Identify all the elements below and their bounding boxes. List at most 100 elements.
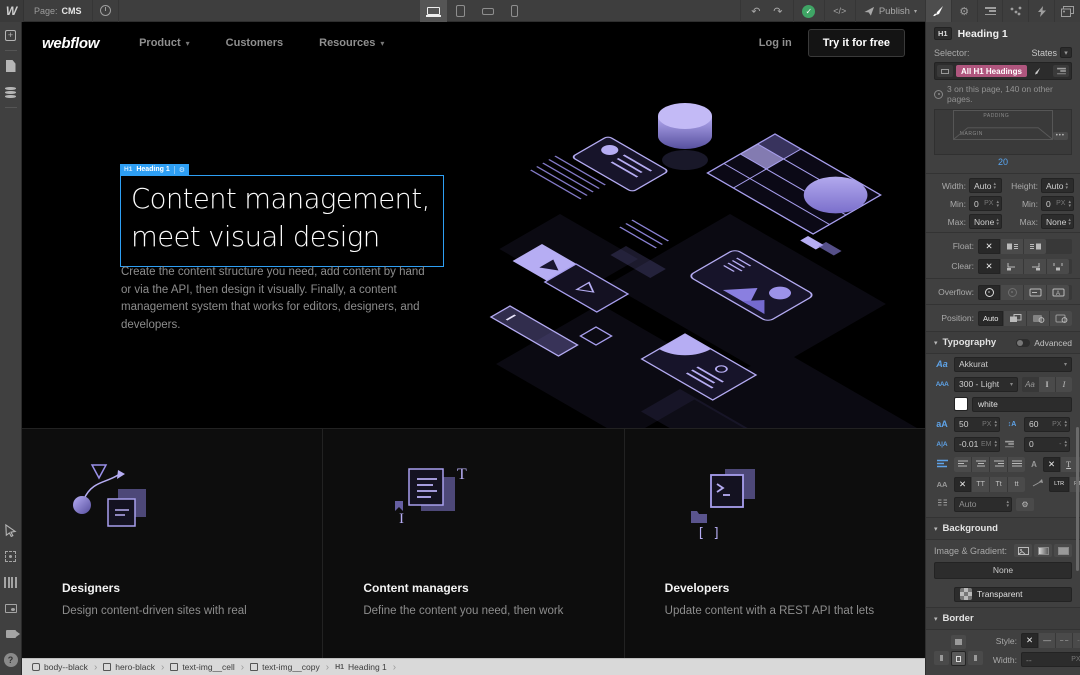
guides-icon[interactable] [0,569,22,595]
caps-uppercase-button[interactable]: TT [972,476,990,492]
device-mobile-portrait-icon[interactable] [501,0,528,22]
direction-ltr-button[interactable]: LTR [1049,476,1070,492]
clear-both-button[interactable] [1047,258,1069,274]
crumb-copy[interactable]: text-img__copy [246,662,324,672]
bg-color-value[interactable]: Transparent [954,586,1072,602]
tab-interactions-icon[interactable] [1002,0,1028,22]
crumb-hero[interactable]: hero-black [99,662,159,672]
undo-icon[interactable]: ↶ [745,0,767,22]
login-link[interactable]: Log in [759,37,792,49]
gear-icon[interactable]: ⚙ [173,165,185,174]
nav-item-product[interactable]: Product ▾ [139,37,190,49]
font-size-input[interactable]: 50 PX ▴ ▾ [954,416,1000,432]
style-none-button[interactable]: Aa [1022,377,1038,392]
bg-image-none-value[interactable]: None [934,561,1072,579]
align-center-button[interactable] [972,456,989,472]
border-section-header[interactable]: ▾ Border [926,607,1080,630]
bg-gradient-button[interactable] [1034,544,1052,557]
position-absolute-button[interactable] [1027,310,1050,326]
position-relative-button[interactable] [1004,310,1027,326]
states-dropdown[interactable]: States ▾ [1031,47,1072,58]
typography-section-header[interactable]: ▾ Typography Advanced [926,331,1080,354]
clear-none-button[interactable]: ✕ [978,258,1000,274]
border-right-button[interactable] [968,651,983,665]
code-export-icon[interactable]: </> [829,0,851,22]
min-width-input[interactable]: 0 PX ▴ ▾ [969,196,1002,211]
align-right-button[interactable] [990,456,1007,472]
hero-illustration[interactable] [480,94,925,434]
webflow-app-logo[interactable]: W [0,0,24,22]
border-left-button[interactable] [934,651,949,665]
style-italic-button[interactable]: I [1056,376,1072,392]
pages-icon[interactable] [0,53,22,79]
panel-scrollbar[interactable] [1076,426,1079,571]
redo-icon[interactable]: ↷ [767,0,789,22]
border-style-solid-button[interactable]: — [1039,633,1056,648]
tab-style-manager-icon[interactable] [976,0,1003,22]
xray-mode-icon[interactable] [0,543,22,569]
crumb-heading[interactable]: H1 Heading 1 [331,662,391,672]
font-color-value[interactable]: white [972,396,1072,412]
add-elements-icon[interactable]: + [0,22,22,48]
max-width-input[interactable]: None ▴ ▾ [969,214,1002,229]
help-icon[interactable]: ? [0,647,22,673]
device-tablet-icon[interactable] [447,0,474,22]
nav-item-resources[interactable]: Resources ▾ [319,37,384,49]
spacing-more-icon[interactable]: ••• [1052,132,1068,140]
border-style-dashed-button[interactable]: – – [1056,633,1073,648]
caps-none-button[interactable]: ✕ [954,476,972,492]
font-weight-select[interactable]: 300 - Light ▾ [954,376,1018,392]
overflow-auto-button[interactable]: A [1047,284,1069,300]
clear-right-button[interactable] [1024,258,1046,274]
hero-heading[interactable]: Content management, meet visual design [120,175,444,267]
feature-developers[interactable]: [ ] Developers Update content with a RES… [625,429,925,658]
edit-class-brush-icon[interactable] [1030,65,1044,77]
text-indent-input[interactable]: 0- ▴ ▾ [1024,436,1070,452]
overflow-hidden-button[interactable] [1001,284,1023,300]
columns-gear-icon[interactable]: ⚙ [1016,497,1034,511]
saved-status-icon[interactable]: ✓ [798,0,820,22]
style-normal-button[interactable]: I [1039,376,1055,392]
border-top-button[interactable] [951,635,966,649]
tab-style-brush-icon[interactable] [925,0,951,22]
letter-spacing-input[interactable]: -0.01 EM ▴ ▾ [954,436,1000,452]
caps-capitalize-button[interactable]: Tt [990,476,1008,492]
style-manager-icon[interactable] [1053,65,1069,77]
hero-paragraph[interactable]: Create the content structure you need, a… [121,264,433,334]
align-left-button[interactable] [954,456,971,472]
class-pill[interactable]: All H1 Headings [956,65,1027,77]
select-tool-icon[interactable] [0,517,22,543]
clear-left-button[interactable] [1001,258,1023,274]
nav-item-customers[interactable]: Customers [226,37,283,49]
try-free-button[interactable]: Try it for free [807,29,905,57]
cms-collections-icon[interactable] [0,79,22,105]
tab-element-triggers-icon[interactable] [1028,0,1054,22]
device-desktop-icon[interactable] [420,0,447,22]
tab-assets-icon[interactable] [1054,0,1080,22]
overflow-visible-button[interactable] [978,284,1000,300]
border-all-button[interactable] [951,651,966,666]
stepper-icon[interactable]: ▴ ▾ [1068,217,1071,226]
stepper-icon[interactable]: ▴ ▾ [996,199,999,208]
width-input[interactable]: Auto ▴ ▾ [969,178,1002,193]
bg-image-button[interactable] [1014,544,1032,557]
stepper-icon[interactable]: ▴ ▾ [1066,181,1069,190]
spacing-control[interactable]: PADDING MARGIN ••• [934,109,1072,155]
caps-lowercase-button[interactable]: tt [1008,476,1026,492]
crumb-cell[interactable]: text-img__cell [166,662,238,672]
font-color-swatch[interactable] [954,397,968,411]
columns-input[interactable]: Auto ▴ ▾ [954,496,1012,512]
float-right-button[interactable] [1024,238,1046,254]
position-fixed-button[interactable] [1050,310,1073,326]
publish-button[interactable]: Publish ▾ [854,0,925,22]
float-none-button[interactable]: ✕ [978,238,1000,254]
float-left-button[interactable] [1001,238,1023,254]
margin-bottom-value[interactable]: 20 [926,155,1080,171]
overflow-scroll-button[interactable] [1024,284,1046,300]
feature-designers[interactable]: Designers Design content-driven sites wi… [22,429,324,658]
tab-settings-gear-icon[interactable]: ⚙ [950,0,977,22]
feature-content-managers[interactable]: T I Content managers Define the content … [323,429,625,658]
border-style-dotted-button[interactable]: ···· [1073,633,1080,648]
stepper-icon[interactable]: ▴ ▾ [994,181,997,190]
video-tutorials-icon[interactable] [0,621,22,647]
